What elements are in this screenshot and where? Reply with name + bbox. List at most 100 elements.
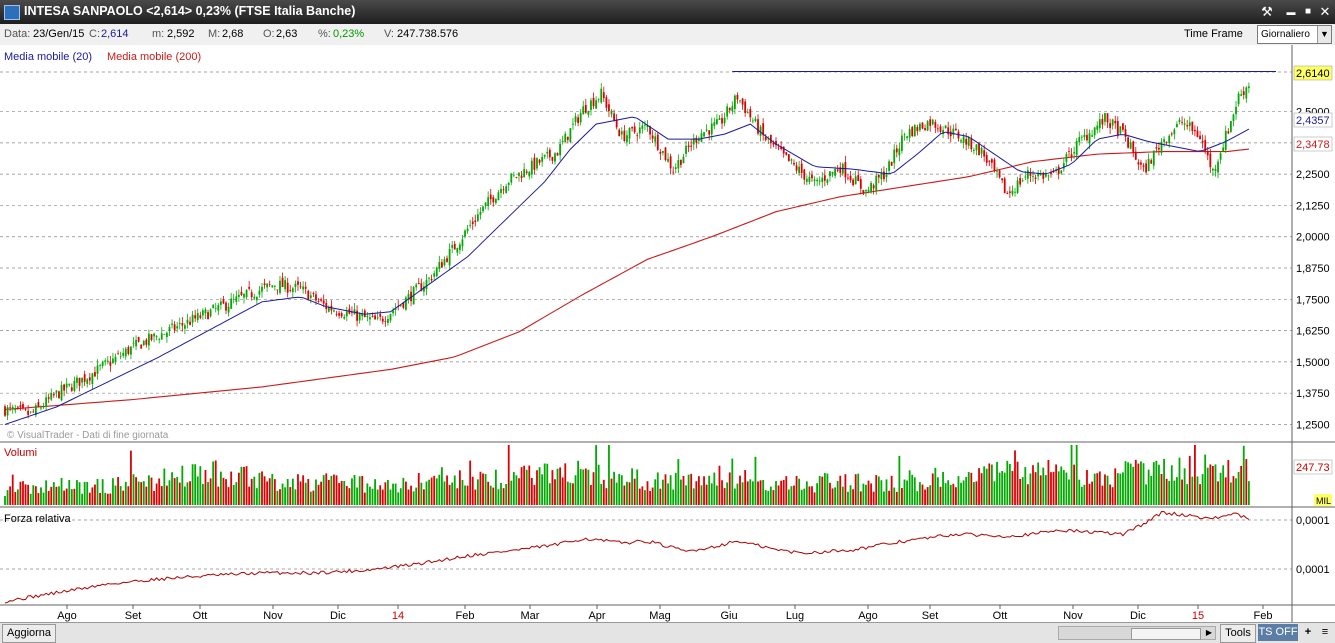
volume-bar bbox=[112, 478, 114, 505]
candle-body bbox=[687, 145, 690, 147]
volume-bar bbox=[836, 480, 839, 505]
volume-bar bbox=[40, 487, 42, 505]
scrollbar-thumb[interactable] bbox=[1131, 628, 1201, 640]
candle-body bbox=[204, 309, 207, 314]
volume-bar bbox=[253, 476, 256, 505]
candle-body bbox=[302, 286, 305, 290]
volume-bar bbox=[808, 486, 811, 505]
pct-value: 0,23% bbox=[333, 28, 365, 40]
candle-body bbox=[1245, 87, 1248, 99]
candle-body bbox=[870, 182, 872, 192]
volume-bar bbox=[19, 481, 22, 505]
volume-bar bbox=[998, 472, 1001, 505]
candle-body bbox=[299, 286, 302, 288]
volume-bar bbox=[592, 472, 595, 505]
horizontal-scrollbar[interactable]: ▶ bbox=[1058, 626, 1216, 640]
candle-body bbox=[898, 148, 901, 156]
volume-bar bbox=[1160, 474, 1163, 505]
candle-body bbox=[37, 402, 40, 407]
y-tick-label: 2,1250 bbox=[1296, 200, 1330, 212]
tools-button[interactable]: Tools bbox=[1220, 624, 1256, 643]
candle-body bbox=[721, 118, 723, 124]
volume-bar bbox=[970, 472, 973, 505]
volume-bar bbox=[397, 492, 400, 505]
candle-body bbox=[1101, 118, 1104, 125]
volume-bar bbox=[1021, 477, 1024, 505]
candle-body bbox=[1057, 166, 1060, 175]
volume-bar bbox=[1098, 471, 1101, 505]
volume-bar bbox=[777, 485, 780, 505]
candle-body bbox=[340, 313, 343, 317]
volume-bar bbox=[430, 477, 433, 505]
candle-body bbox=[805, 178, 808, 182]
minimize-button[interactable]: ▬ bbox=[1283, 4, 1299, 20]
candle-body bbox=[674, 167, 677, 169]
volume-bar bbox=[1245, 459, 1248, 505]
candle-body bbox=[672, 171, 675, 173]
candle-body bbox=[628, 127, 631, 139]
candle-body bbox=[1201, 140, 1204, 143]
candle-body bbox=[1127, 137, 1129, 148]
volume-bar bbox=[834, 487, 837, 505]
candle-body bbox=[574, 116, 577, 122]
candle-body bbox=[844, 162, 847, 178]
candle-body bbox=[250, 292, 253, 298]
refresh-button[interactable]: Aggiorna bbox=[2, 624, 57, 643]
volume-bar bbox=[800, 489, 803, 505]
maximize-button[interactable]: ■ bbox=[1300, 4, 1316, 20]
candle-body bbox=[1235, 106, 1237, 115]
candle-body bbox=[225, 302, 227, 311]
volume-bar bbox=[960, 482, 962, 505]
volume-bar bbox=[356, 487, 358, 505]
volume-bar bbox=[286, 478, 289, 505]
candle-body bbox=[610, 110, 613, 115]
add-button[interactable]: + bbox=[1301, 624, 1315, 641]
volume-bar bbox=[214, 460, 217, 505]
volume-bar bbox=[518, 478, 520, 505]
timeframe-select[interactable]: Giornaliero ▼ bbox=[1257, 25, 1332, 44]
volume-bar bbox=[230, 471, 233, 505]
volume-bar bbox=[366, 483, 369, 505]
volume-bar bbox=[225, 479, 227, 505]
volume-bar bbox=[795, 475, 798, 505]
candle-body bbox=[263, 283, 266, 285]
candle-body bbox=[40, 407, 42, 409]
volume-bar bbox=[780, 480, 783, 505]
candle-body bbox=[430, 278, 433, 281]
volume-bar bbox=[423, 489, 425, 505]
volume-bar bbox=[1050, 472, 1052, 505]
volume-bar bbox=[921, 484, 924, 505]
candle-body bbox=[1214, 168, 1217, 171]
candle-body bbox=[867, 189, 870, 192]
tools-icon[interactable]: ⚒ bbox=[1259, 4, 1275, 20]
candle-body bbox=[1209, 153, 1212, 168]
y-tick-label: 1,5000 bbox=[1296, 357, 1330, 369]
menu-icon[interactable]: ≡ bbox=[1317, 624, 1333, 641]
ts-toggle-button[interactable]: TS OFF bbox=[1258, 624, 1298, 641]
candle-body bbox=[1124, 129, 1127, 137]
candle-body bbox=[908, 129, 911, 138]
volume-bar bbox=[1029, 473, 1032, 505]
volume-bar bbox=[695, 481, 698, 505]
x-tick-label: Dic bbox=[330, 610, 346, 622]
candle-body bbox=[320, 299, 323, 301]
volume-bar bbox=[1163, 458, 1165, 505]
volume-bar bbox=[1109, 484, 1111, 505]
volume-bar bbox=[710, 483, 713, 505]
close-button[interactable]: ✕ bbox=[1317, 4, 1333, 20]
candle-body bbox=[1098, 119, 1101, 129]
volume-bar bbox=[636, 469, 639, 505]
scroll-right-icon[interactable]: ▶ bbox=[1203, 627, 1215, 639]
legend-ma200: Media mobile (200) bbox=[107, 51, 201, 63]
volume-bar bbox=[651, 487, 654, 505]
volume-bar bbox=[1204, 454, 1207, 505]
volume-bar bbox=[184, 486, 186, 505]
candle-body bbox=[990, 159, 993, 163]
volume-bar bbox=[500, 482, 502, 505]
volume-bar bbox=[674, 473, 677, 505]
candle-body bbox=[199, 315, 202, 318]
dropdown-arrow-icon[interactable]: ▼ bbox=[1317, 26, 1331, 43]
quote-info-bar: Data: 23/Gen/15 C: 2,614 m: 2,592 M: 2,6… bbox=[0, 24, 1335, 46]
candle-body bbox=[1070, 154, 1073, 157]
candle-body bbox=[777, 147, 780, 149]
